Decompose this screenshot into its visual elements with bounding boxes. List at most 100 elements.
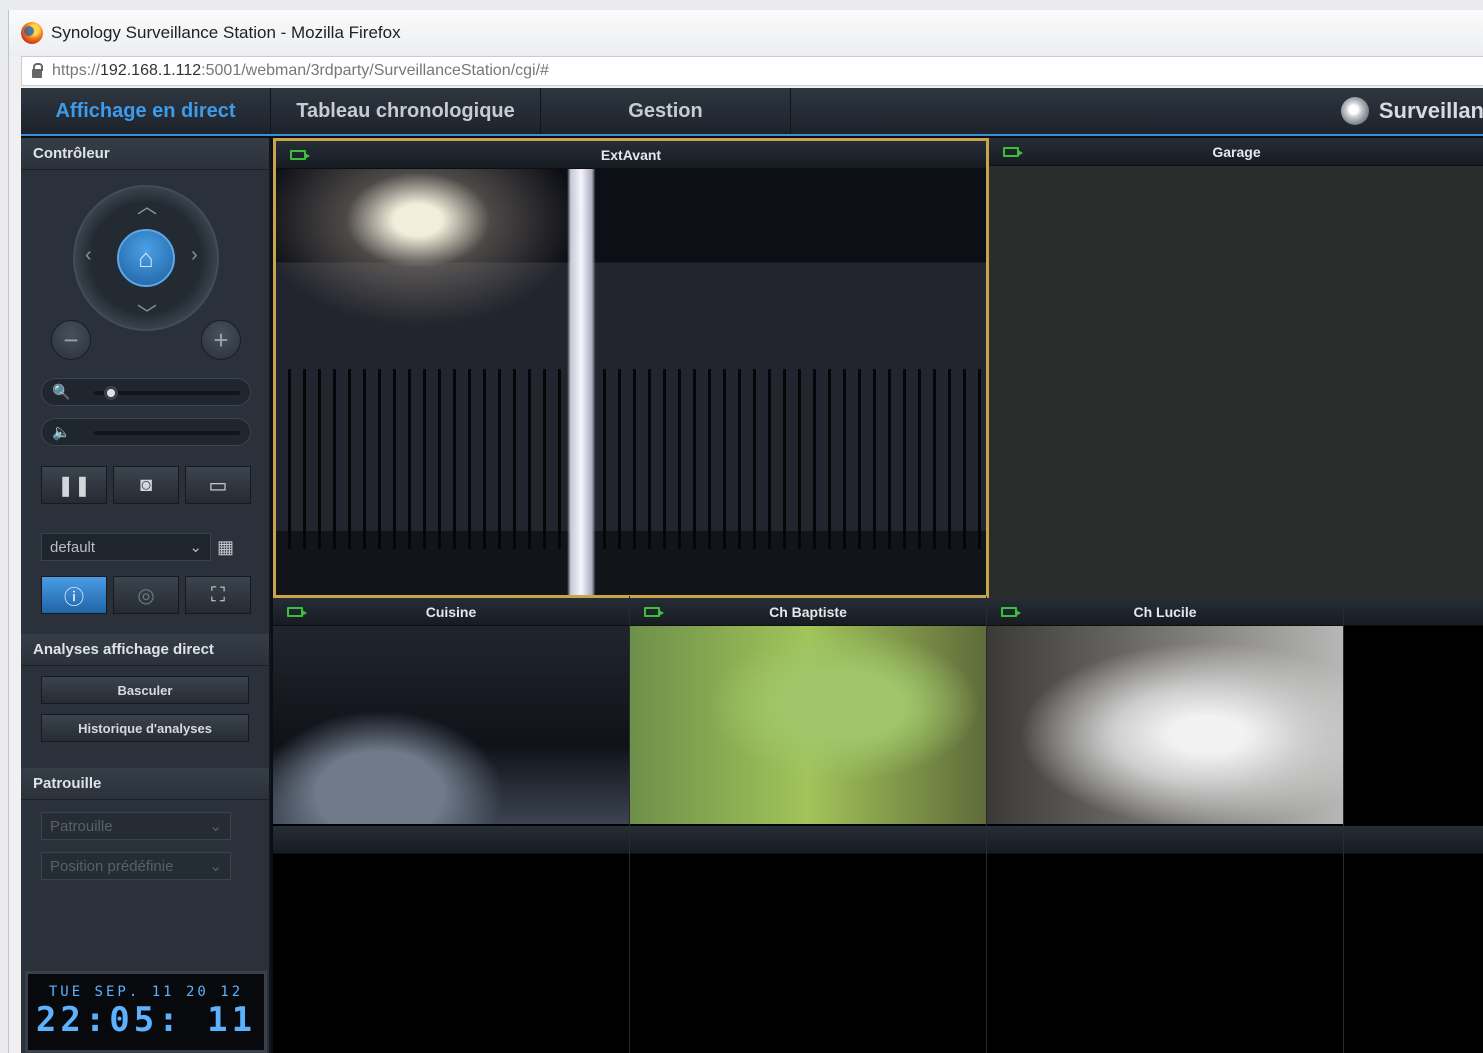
patrol-section: Patrouille Patrouille ⌄ Position prédéfi… (21, 768, 269, 880)
camera-feed[interactable] (989, 166, 1483, 598)
plus-icon: + (213, 324, 229, 355)
camera-grid: ExtAvant Garage Cuisine Ch Baptiste Ch L… (273, 138, 1483, 1053)
ptz-left-icon[interactable]: ‹ (85, 244, 92, 267)
camera-name: Garage (1212, 143, 1261, 160)
camera-name: Ch Baptiste (769, 603, 847, 620)
fullscreen-icon: ⛶ (211, 583, 225, 606)
camera-tile-ch-baptiste[interactable]: Ch Baptiste (630, 598, 986, 824)
camera-feed[interactable] (987, 626, 1343, 824)
pause-icon: ❚❚ (57, 474, 91, 497)
video-camera-icon: ▭ (208, 474, 228, 497)
record-button[interactable]: ▭ (185, 466, 251, 504)
ptz-up-icon[interactable]: ︿ (137, 190, 157, 219)
preset-select[interactable]: Position prédéfinie ⌄ (41, 852, 231, 880)
ptz-panel: ︿ ﹀ ‹ › ⌂ − + 🔍 🔈 (21, 170, 269, 460)
camera-name: Ch Lucile (1133, 603, 1197, 620)
analytics-history-button[interactable]: Historique d'analyses (41, 714, 249, 742)
grid-divider (1343, 596, 1344, 1053)
surveillance-app: Affichage en direct Tableau chronologiqu… (21, 88, 1483, 1053)
camera-title-bar: Cuisine (273, 598, 629, 626)
zoom-in-button[interactable]: + (201, 320, 241, 360)
clock-time: 22:05: 11 (35, 1000, 257, 1040)
patrol-select-value: Patrouille (50, 817, 113, 835)
browser-window: Synology Surveillance Station - Mozilla … (8, 10, 1483, 1053)
controller-header: Contrôleur (21, 138, 269, 170)
playback-buttons: ❚❚ ◙ ▭ (41, 466, 251, 504)
address-bar[interactable]: https://192.168.1.112:5001/webman/3rdpar… (21, 56, 1483, 86)
zoom-out-button[interactable]: − (51, 320, 91, 360)
layout-grid-icon[interactable]: ▦ (217, 537, 234, 558)
window-title: Synology Surveillance Station - Mozilla … (51, 23, 401, 42)
camera-status-icon (644, 607, 664, 617)
snapshot-button[interactable]: ◙ (113, 466, 179, 504)
zoom-icon: 🔍 (52, 384, 71, 401)
camera-title-bar: Ch Baptiste (630, 598, 986, 626)
analytics-section: Analyses affichage direct Basculer Histo… (21, 634, 269, 742)
url-text[interactable]: https://192.168.1.112:5001/webman/3rdpar… (52, 62, 549, 80)
info-icon: ⓘ (64, 586, 84, 609)
pause-button[interactable]: ❚❚ (41, 466, 107, 504)
zoom-slider[interactable]: 🔍 (41, 378, 251, 406)
camera-tile-empty[interactable] (1344, 598, 1483, 824)
grid-divider (629, 596, 630, 1053)
camera-feed[interactable] (276, 169, 986, 595)
digital-clock: TUE SEP. 11 20 12 22:05: 11 (25, 971, 267, 1053)
camera-icon: ◙ (139, 473, 153, 496)
zoom-knob[interactable] (104, 386, 118, 400)
grid-divider (986, 596, 987, 1053)
clock-date: TUE SEP. 11 20 12 (48, 984, 244, 1000)
tab-management[interactable]: Gestion (541, 88, 791, 134)
sidebar: Contrôleur ︿ ﹀ ‹ › ⌂ − + 🔍 🔈 ❚❚ ◙ ▭ defa… (21, 138, 271, 1053)
location-pin-icon: ◎ (137, 584, 155, 607)
chevron-down-icon: ⌄ (209, 858, 222, 875)
camera-status-icon (287, 607, 307, 617)
top-nav: Affichage en direct Tableau chronologiqu… (21, 88, 1483, 136)
chevron-down-icon: ⌄ (189, 539, 202, 556)
location-button[interactable]: ◎ (113, 576, 179, 614)
ptz-down-icon[interactable]: ﹀ (137, 298, 157, 327)
camera-title-bar: Garage (989, 138, 1483, 166)
camera-tile-ch-lucile[interactable]: Ch Lucile (987, 598, 1343, 824)
layout-select-value: default (50, 538, 96, 556)
info-button[interactable]: ⓘ (41, 576, 107, 614)
tab-timeline[interactable]: Tableau chronologique (271, 88, 541, 134)
volume-slider[interactable]: 🔈 (41, 418, 251, 446)
camera-name: ExtAvant (600, 146, 662, 163)
preset-select-value: Position prédéfinie (50, 857, 174, 875)
camera-status-icon (290, 150, 310, 160)
fullscreen-button[interactable]: ⛶ (185, 576, 251, 614)
title-bar: Synology Surveillance Station - Mozilla … (9, 10, 1483, 56)
ptz-right-icon[interactable]: › (191, 244, 198, 267)
app-brand: Surveillan (1340, 88, 1483, 134)
camera-feed[interactable] (273, 626, 629, 824)
lock-icon (32, 62, 43, 78)
camera-tile-garage[interactable]: Garage (989, 138, 1483, 598)
camera-title-bar: Ch Lucile (987, 598, 1343, 626)
layout-row: default ⌄ ▦ (41, 533, 234, 561)
empty-tile-row (273, 826, 1483, 854)
empty-tiles-bar (273, 826, 1483, 854)
surveillance-camera-icon (1340, 97, 1369, 125)
chevron-down-icon: ⌄ (209, 818, 222, 835)
analytics-header: Analyses affichage direct (21, 634, 269, 666)
camera-tile-extavant[interactable]: ExtAvant (273, 138, 989, 598)
tab-live-view[interactable]: Affichage en direct (21, 88, 271, 134)
ptz-home-button[interactable]: ⌂ (117, 229, 175, 287)
camera-status-icon (1001, 607, 1021, 617)
camera-title-bar: ExtAvant (276, 141, 986, 169)
minus-icon: − (63, 324, 79, 355)
layout-select[interactable]: default ⌄ (41, 533, 211, 561)
camera-name: Cuisine (425, 603, 477, 620)
toggle-analytics-button[interactable]: Basculer (41, 676, 249, 704)
brand-label: Surveillan (1378, 98, 1483, 123)
camera-tile-cuisine[interactable]: Cuisine (273, 598, 629, 824)
view-option-buttons: ⓘ ◎ ⛶ (41, 576, 251, 614)
firefox-icon (21, 22, 43, 44)
home-icon: ⌂ (138, 242, 154, 273)
speaker-icon: 🔈 (52, 424, 71, 441)
volume-track[interactable] (94, 431, 240, 435)
camera-status-icon (1003, 147, 1023, 157)
camera-feed[interactable] (630, 626, 986, 824)
patrol-header: Patrouille (21, 768, 269, 800)
patrol-select[interactable]: Patrouille ⌄ (41, 812, 231, 840)
